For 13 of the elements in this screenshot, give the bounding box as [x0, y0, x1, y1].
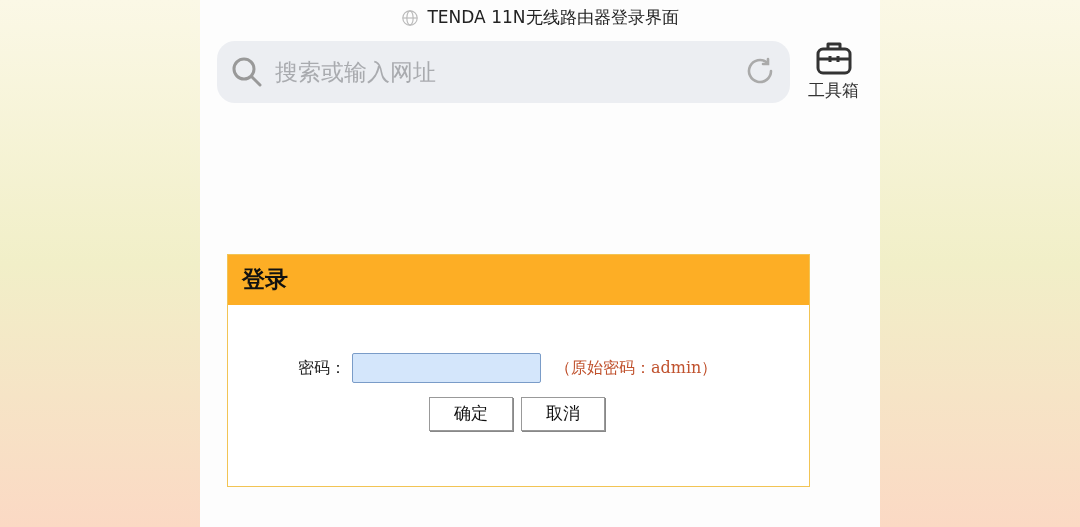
toolbox-icon [814, 40, 853, 76]
search-field[interactable]: 搜索或输入网址 [217, 40, 790, 103]
password-field[interactable] [352, 352, 541, 383]
panel-title: 登录 [242, 265, 288, 295]
search-input[interactable]: 搜索或输入网址 [275, 54, 732, 89]
search-icon [231, 55, 263, 88]
page-title: TENDA 11N无线路由器登录界面 [427, 6, 679, 30]
dialog-button[interactable]: 确定 [428, 396, 513, 431]
password-hint: （原始密码：admin） [555, 356, 718, 379]
toolbox-button[interactable]: 工具箱 [808, 40, 859, 104]
password-label: 密码： [298, 356, 346, 379]
globe-icon [401, 9, 420, 27]
dialog-button[interactable]: 取消 [520, 396, 605, 431]
